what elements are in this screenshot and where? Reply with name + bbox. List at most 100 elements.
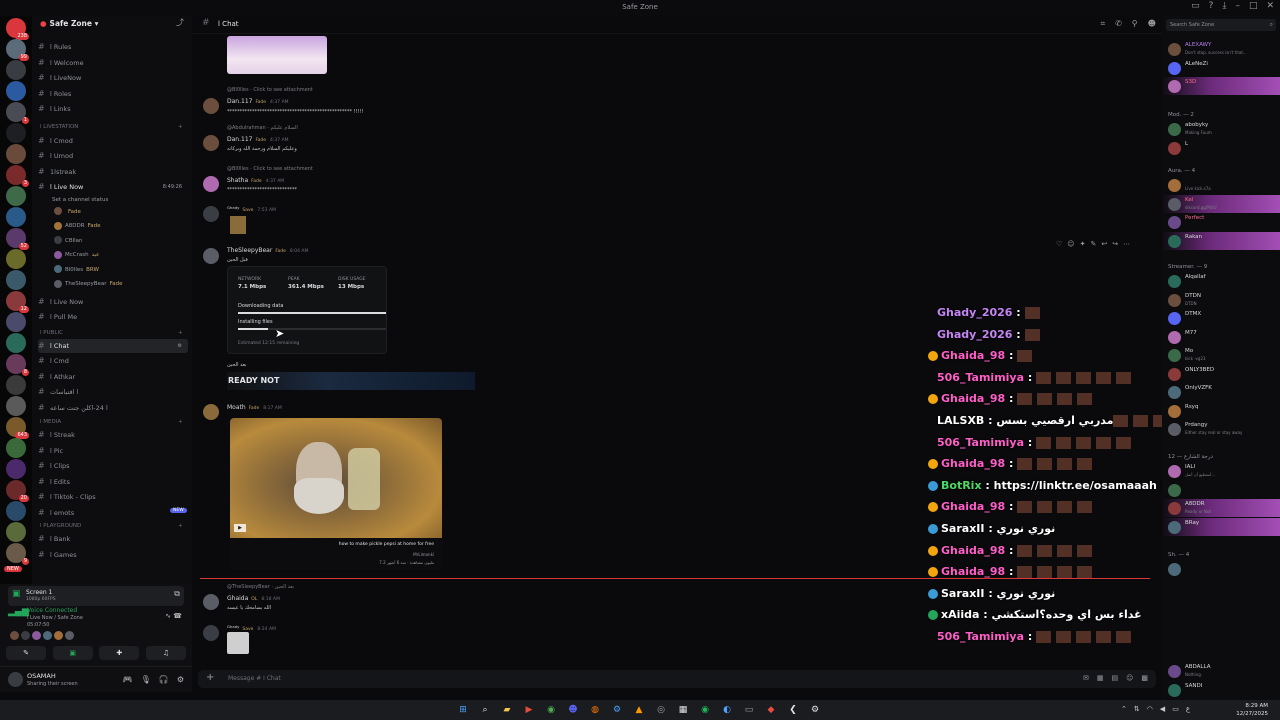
member-item[interactable]: Alqallaf bbox=[1162, 272, 1280, 290]
member-item[interactable]: DTMX bbox=[1162, 309, 1280, 327]
server-icon[interactable] bbox=[6, 60, 26, 80]
discord-icon[interactable]: ☻ bbox=[566, 703, 580, 717]
server-icon[interactable]: 52 bbox=[6, 228, 29, 250]
member-item[interactable]: BRay bbox=[1162, 517, 1280, 536]
gear-icon[interactable]: ⚙ bbox=[177, 675, 184, 684]
avatar[interactable] bbox=[203, 625, 219, 641]
channel-item[interactable]: # ا Links bbox=[38, 102, 188, 116]
username[interactable]: TheSleepyBear bbox=[227, 247, 272, 254]
member-item[interactable]: A8DDR Ready or Not bbox=[1162, 499, 1280, 517]
member-item[interactable]: Live kick.s7a bbox=[1162, 176, 1280, 194]
screen-share-card[interactable]: ▣ Screen 1 1080p 60FPS ⧉ bbox=[8, 586, 184, 606]
avatar[interactable] bbox=[21, 631, 30, 640]
username[interactable]: Shatha bbox=[227, 177, 248, 184]
server-icon[interactable]: 643 bbox=[6, 417, 29, 439]
disconnect-icon[interactable]: ☎ bbox=[173, 612, 182, 620]
member-item[interactable]: SANDI bbox=[1162, 681, 1280, 699]
channel-item[interactable]: # ا 24-اكلن جنت ساعه bbox=[38, 401, 188, 415]
clock[interactable]: 8:29 AM 12/27/2025 bbox=[1236, 702, 1268, 718]
heart-icon[interactable]: ♡ bbox=[1056, 240, 1062, 248]
voice-member[interactable]: CBllan bbox=[54, 235, 83, 247]
server-icon[interactable]: 99 bbox=[6, 39, 29, 61]
volume-icon[interactable]: ◀ bbox=[1160, 705, 1165, 713]
member-item[interactable]: IALI أستطيع أن أصل... bbox=[1162, 462, 1280, 480]
channel-item[interactable]: # ا Cmod bbox=[38, 134, 188, 148]
server-icon[interactable]: 8 bbox=[6, 354, 29, 376]
reply-preview[interactable]: @TheSleepyBear · بعد الحين bbox=[227, 584, 294, 590]
edit-icon[interactable]: ✎ bbox=[1090, 240, 1096, 248]
battery-icon[interactable]: ▭ bbox=[1172, 705, 1179, 713]
channel-item[interactable]: # ا Roles bbox=[38, 87, 188, 101]
server-icon[interactable] bbox=[6, 459, 26, 479]
sticker[interactable] bbox=[230, 216, 246, 234]
minimize-icon[interactable]: – bbox=[1235, 2, 1240, 11]
reply-preview[interactable]: @Abdulrahman · السلام عليكم bbox=[227, 125, 298, 131]
server-icon[interactable] bbox=[6, 333, 26, 353]
channel-item[interactable]: # ا Edits bbox=[38, 475, 188, 489]
member-item[interactable]: M77 bbox=[1162, 328, 1280, 346]
member-item[interactable]: Prdangy Either stay real or stay away bbox=[1162, 420, 1280, 438]
add-attachment-icon[interactable]: + bbox=[206, 672, 214, 683]
channel-settings-icon[interactable]: ⚙ bbox=[178, 339, 182, 353]
category-media[interactable]: ا MEDIA + bbox=[40, 419, 183, 425]
channel-item[interactable]: # ا Pull Me bbox=[38, 310, 188, 324]
apps-icon[interactable]: ▩ bbox=[1141, 674, 1148, 682]
username[interactable]: Ghaida bbox=[227, 595, 248, 602]
server-icon[interactable]: 238 bbox=[6, 18, 29, 40]
headphones-icon[interactable]: 🎧 bbox=[159, 675, 169, 684]
member-item[interactable]: DTDN DTDN bbox=[1162, 291, 1280, 309]
channel-item[interactable]: # ا LiveNow bbox=[38, 71, 188, 85]
server-icon[interactable]: 9 bbox=[6, 543, 29, 565]
app-icon[interactable]: ◆ bbox=[764, 703, 778, 717]
channel-item[interactable]: # ا emots bbox=[38, 506, 188, 520]
channel-item[interactable]: # ا Athkar bbox=[38, 370, 188, 384]
activities-button[interactable]: ✚ bbox=[99, 646, 140, 660]
category-livestation[interactable]: ا LiveStation + bbox=[40, 124, 183, 130]
avatar[interactable] bbox=[54, 631, 63, 640]
start-icon[interactable]: ⊞ bbox=[456, 703, 470, 717]
settings-icon[interactable]: ⚙ bbox=[808, 703, 822, 717]
category-playground[interactable]: ا PlayGround + bbox=[40, 523, 183, 529]
sticker[interactable] bbox=[227, 632, 249, 654]
image-attachment[interactable] bbox=[227, 36, 327, 74]
avatar[interactable] bbox=[203, 98, 219, 114]
camera-button[interactable]: ✎ bbox=[6, 646, 46, 660]
server-icon[interactable] bbox=[6, 312, 26, 332]
avatar[interactable] bbox=[8, 672, 23, 687]
voice-member[interactable]: A8DDR Fade bbox=[54, 220, 100, 232]
avatar[interactable] bbox=[65, 631, 74, 640]
firefox-icon[interactable]: ◍ bbox=[588, 703, 602, 717]
emoji-icon[interactable]: ☺ bbox=[1067, 240, 1074, 248]
member-item[interactable]: ABDALLA Nothing. bbox=[1162, 662, 1280, 680]
share-screen-button[interactable]: ▣ bbox=[52, 646, 93, 660]
download-icon[interactable]: ⤓ bbox=[1222, 2, 1226, 11]
server-name-dropdown[interactable]: ● Safe Zone ▾ bbox=[40, 19, 98, 28]
server-icon[interactable] bbox=[6, 396, 26, 416]
channel-item[interactable]: # ا Pic bbox=[38, 444, 188, 458]
channel-item[interactable]: # ا اقتباسات bbox=[38, 385, 188, 399]
download-card-attachment[interactable]: NETWORK 7.1 Mbps PEAK 361.4 Mbps DISK US… bbox=[227, 266, 387, 354]
username[interactable]: ᴳʰᵃᵈʸ bbox=[227, 206, 239, 213]
voice-connected-label[interactable]: Voice Connected bbox=[27, 607, 77, 614]
edge-icon[interactable]: ◐ bbox=[720, 703, 734, 717]
play-icon[interactable]: ▶ bbox=[234, 524, 246, 532]
member-item[interactable]: Perfect bbox=[1162, 213, 1280, 231]
members-icon[interactable]: ☻ bbox=[1148, 19, 1156, 29]
add-channel-icon[interactable]: + bbox=[178, 124, 183, 130]
media-icon[interactable]: ▶ bbox=[522, 703, 536, 717]
member-item[interactable]: Kel discord.gg/MUU bbox=[1162, 194, 1280, 213]
invite-icon[interactable]: ⤴ bbox=[176, 19, 184, 27]
member-item[interactable]: Mo kick -vg23 bbox=[1162, 346, 1280, 364]
server-icon[interactable] bbox=[6, 186, 26, 206]
voice-member[interactable]: McCrash عبد bbox=[54, 249, 99, 261]
pin-icon[interactable]: ⚲ bbox=[1132, 19, 1138, 29]
server-icon[interactable] bbox=[6, 81, 26, 101]
chrome-icon[interactable]: ◉ bbox=[544, 703, 558, 717]
steam-icon[interactable]: ⚙ bbox=[610, 703, 624, 717]
channel-item[interactable]: # ا Bank bbox=[38, 532, 188, 546]
member-item[interactable]: Rakan bbox=[1162, 231, 1280, 250]
server-icon[interactable] bbox=[6, 249, 26, 269]
avatar[interactable] bbox=[203, 248, 219, 264]
terminal-icon[interactable]: ▭ bbox=[742, 703, 756, 717]
chevron-up-icon[interactable]: ⌃ bbox=[1121, 705, 1127, 713]
